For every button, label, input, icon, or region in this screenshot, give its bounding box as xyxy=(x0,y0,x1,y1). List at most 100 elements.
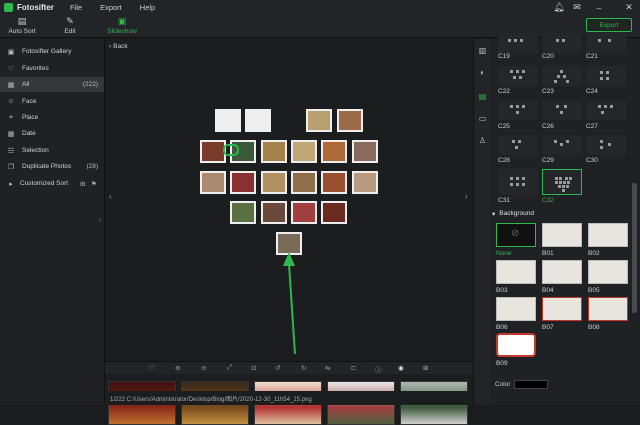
menu-export[interactable]: Export xyxy=(94,3,128,12)
photo-tile[interactable] xyxy=(261,201,287,224)
back-button[interactable]: ‹ Back xyxy=(105,39,473,54)
photo-tile[interactable] xyxy=(352,171,378,194)
sidebar-item-face[interactable]: ☺ Face xyxy=(0,94,104,109)
selection-icon: ☷ xyxy=(7,147,15,155)
tab-layout-icon[interactable]: ▥ xyxy=(477,45,488,56)
edit-button[interactable]: ✎ Edit xyxy=(48,16,92,36)
calendar-icon: ▦ xyxy=(7,130,15,138)
crop-icon[interactable]: ⊏ xyxy=(351,364,356,372)
background-option[interactable] xyxy=(588,297,628,321)
tab-people-icon[interactable]: ♙ xyxy=(477,135,488,146)
color-swatch[interactable] xyxy=(514,380,548,389)
auto-sort-button[interactable]: ▤ Auto Sort xyxy=(0,17,44,36)
background-option[interactable] xyxy=(496,333,536,357)
slideshow-button[interactable]: ▣ Slideshow xyxy=(100,17,144,36)
layout-option[interactable] xyxy=(498,66,538,86)
compare-icon[interactable]: ⇆ xyxy=(325,364,330,372)
background-label: B05 xyxy=(588,287,600,294)
sidebar-item-place[interactable]: ⌖ Place xyxy=(0,110,104,125)
preview-eye-icon[interactable]: ◉ xyxy=(398,364,404,372)
info-icon[interactable]: ⓘ xyxy=(375,364,382,374)
background-option[interactable] xyxy=(542,260,582,284)
photo-tile[interactable] xyxy=(230,201,256,224)
mail-icon[interactable]: ✉ xyxy=(568,0,586,15)
layout-option[interactable] xyxy=(498,169,538,195)
close-icon[interactable]: ✕ xyxy=(620,0,638,15)
add-sort-icon[interactable]: ⊞ xyxy=(80,180,85,188)
menu-help[interactable]: Help xyxy=(134,3,161,12)
sidebar-item-all[interactable]: ▦ All (222) xyxy=(0,77,104,92)
photo-tile[interactable] xyxy=(245,109,271,132)
layout-option[interactable] xyxy=(542,33,582,53)
zoom-out-icon[interactable]: ⊖ xyxy=(201,364,206,372)
layout-option[interactable] xyxy=(586,66,626,86)
photo-tile[interactable] xyxy=(215,109,241,132)
sidebar-item-gallery[interactable]: ▣ Fotosifter Gallery xyxy=(0,44,104,59)
photo-tile[interactable] xyxy=(291,140,317,163)
actual-size-icon[interactable]: ⊡ xyxy=(251,364,256,372)
background-option[interactable] xyxy=(542,223,582,247)
background-section-header[interactable]: ▾ Background xyxy=(490,208,632,219)
background-option[interactable] xyxy=(496,297,536,321)
fit-icon[interactable]: ⤢ xyxy=(227,364,232,372)
annotation-arrow xyxy=(283,252,296,355)
layout-option[interactable] xyxy=(586,33,626,53)
layout-option[interactable] xyxy=(498,135,538,155)
layout-option[interactable] xyxy=(542,100,582,120)
next-arrow-icon[interactable]: › xyxy=(465,192,468,201)
layout-option[interactable] xyxy=(586,100,626,120)
photo-tile[interactable] xyxy=(306,109,332,132)
rotate-left-icon[interactable]: ↺ xyxy=(275,364,280,372)
background-option[interactable] xyxy=(496,260,536,284)
sidebar-item-duplicate-photos[interactable]: ❐ Duplicate Photos (28) xyxy=(0,159,104,174)
photo-tile[interactable] xyxy=(321,171,347,194)
layout-option[interactable] xyxy=(498,100,538,120)
photo-tile[interactable] xyxy=(352,140,378,163)
zoom-in-icon[interactable]: ⊕ xyxy=(175,364,180,372)
layout-option[interactable] xyxy=(586,135,626,155)
prev-arrow-icon[interactable]: ‹ xyxy=(109,192,112,201)
tab-frame-icon[interactable]: ▭ xyxy=(477,113,488,124)
rotate-right-icon[interactable]: ↻ xyxy=(301,364,306,372)
bookmark-icon[interactable]: ⚑ xyxy=(91,180,97,188)
background-option[interactable] xyxy=(588,260,628,284)
layout-option-selected[interactable] xyxy=(542,169,582,195)
photo-tile[interactable] xyxy=(321,201,347,224)
layout-option[interactable] xyxy=(542,135,582,155)
photo-tile[interactable] xyxy=(276,232,302,255)
photo-tile[interactable] xyxy=(261,171,287,194)
layout-label: C31 xyxy=(498,197,510,204)
photo-tile[interactable] xyxy=(291,171,317,194)
photo-tile[interactable] xyxy=(200,171,226,194)
delete-icon[interactable]: ⊠ xyxy=(423,364,428,372)
tab-filter-icon[interactable]: ◐ xyxy=(477,67,488,78)
collage-canvas[interactable]: ‹ › xyxy=(105,54,473,361)
collapse-sidebar-icon[interactable]: ‹ xyxy=(99,217,101,224)
notification-bell-icon[interactable]: 🔔︎ xyxy=(550,0,568,15)
layout-label-selected: C32 xyxy=(542,197,554,204)
edit-icon: ✎ xyxy=(66,16,74,26)
photo-tile[interactable] xyxy=(337,109,363,132)
background-option-selected[interactable]: ⊘ xyxy=(496,223,536,247)
sidebar-item-date[interactable]: ▦ Date xyxy=(0,126,104,141)
photo-tile[interactable] xyxy=(261,140,287,163)
sidebar-item-selection[interactable]: ☷ Selection xyxy=(0,143,104,158)
photo-tile[interactable] xyxy=(291,201,317,224)
app-logo-icon xyxy=(4,3,13,12)
background-option[interactable] xyxy=(542,297,582,321)
background-option[interactable] xyxy=(588,223,628,247)
panel-scrollbar[interactable] xyxy=(632,183,637,313)
photo-tile[interactable] xyxy=(230,171,256,194)
layout-label: C21 xyxy=(586,53,598,60)
sidebar-item-customized-sort[interactable]: ▸ Customized Sort ⊞ ⚑ xyxy=(0,176,104,191)
layout-option[interactable] xyxy=(542,66,582,86)
layout-label: C19 xyxy=(498,53,510,60)
minimize-icon[interactable]: – xyxy=(590,0,608,15)
sidebar-item-favorites[interactable]: ♡ Favorites xyxy=(0,61,104,76)
menu-file[interactable]: File xyxy=(64,3,88,12)
photo-tile[interactable] xyxy=(321,140,347,163)
export-button[interactable]: Export xyxy=(586,18,632,32)
tab-collage-icon[interactable]: ▤ xyxy=(477,91,488,102)
favorite-icon[interactable]: ♡ xyxy=(149,364,155,372)
layout-option[interactable] xyxy=(498,33,538,53)
